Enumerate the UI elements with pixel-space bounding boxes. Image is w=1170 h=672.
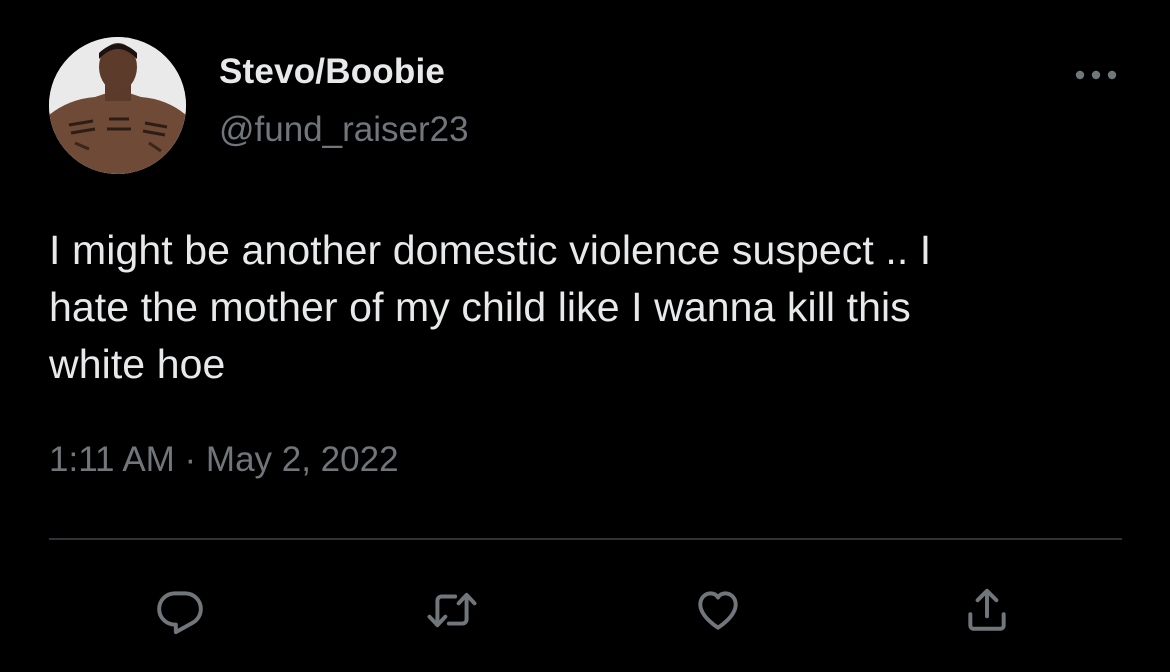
share-button[interactable] bbox=[959, 582, 1015, 638]
avatar[interactable] bbox=[49, 37, 186, 174]
more-options-button[interactable] bbox=[1072, 58, 1120, 92]
retweet-icon bbox=[427, 592, 477, 628]
tweet-text: I might be another domestic violence sus… bbox=[49, 227, 932, 387]
profile-photo bbox=[49, 37, 186, 174]
more-horizontal-icon bbox=[1075, 70, 1117, 80]
heart-icon bbox=[698, 591, 738, 630]
like-button[interactable] bbox=[690, 582, 746, 638]
reply-icon bbox=[157, 591, 203, 635]
reply-button[interactable] bbox=[152, 582, 208, 638]
share-icon bbox=[968, 588, 1006, 631]
tweet: Stevo/Boobie @fund_raiser23 I might be a… bbox=[0, 0, 1170, 672]
user-handle[interactable]: @fund_raiser23 bbox=[219, 110, 469, 150]
tweet-timestamp[interactable]: 1:11 AM · May 2, 2022 bbox=[49, 440, 399, 480]
divider bbox=[49, 538, 1122, 540]
retweet-button[interactable] bbox=[424, 582, 480, 638]
display-name[interactable]: Stevo/Boobie bbox=[219, 52, 445, 92]
